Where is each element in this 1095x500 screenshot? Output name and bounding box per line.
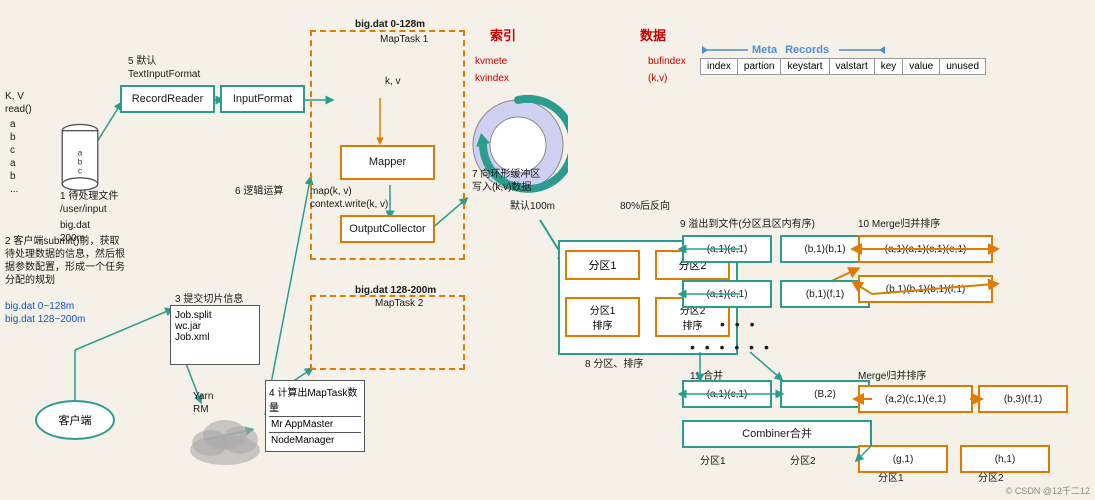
write-buffer-label: 7 向环形缓冲区 写入(k,v)数据 <box>472 168 540 194</box>
split-info-box: Job.splitwc.jarJob.xml <box>170 305 260 365</box>
mapper-box: Mapper <box>340 145 435 180</box>
kvpair-label: (k,v) <box>648 72 667 85</box>
kv-arrow-label: k, v <box>385 75 401 88</box>
part2-label: 分区2 <box>790 455 816 468</box>
h1-box: (h,1) <box>960 445 1050 473</box>
client-ellipse: 客户端 <box>35 400 115 440</box>
maptask1-sublabel: MapTask 1 <box>380 33 428 46</box>
partition1-sort-box: 分区1排序 <box>565 297 640 337</box>
yarn-label: YarnRM <box>193 390 213 416</box>
svg-text:a: a <box>78 149 83 158</box>
maptask1-label: big.dat 0-128m <box>355 18 425 31</box>
merge-part1-label: 分区1 <box>878 472 904 485</box>
record-reader-box: RecordReader <box>120 85 215 113</box>
combiner-box: Combiner合并 <box>682 420 872 448</box>
compute-box: 4 计算出MapTask数量 Mr AppMaster NodeManager <box>265 380 365 452</box>
meta-records-header: Meta Records <box>700 42 887 58</box>
b3f1-box: (b,3)(f,1) <box>978 385 1068 413</box>
default100m-label: 默认100m <box>510 200 555 213</box>
cloud-shape <box>185 415 265 468</box>
merge10-right-box: (b,1)(b,1)(b,1)(f,1) <box>858 275 993 303</box>
b1f1-box: (b,1)(f,1) <box>780 280 870 308</box>
maptask2-label: big.dat 128-200m <box>355 284 436 297</box>
merge-sort-label: Merge归并排序 <box>858 370 926 383</box>
bigdat0-label: big.dat 0~128m <box>5 300 74 313</box>
pct80-label: 80%后反向 <box>620 200 670 213</box>
kvindex-label: kvindex <box>475 72 509 85</box>
maptask2-sublabel: MapTask 2 <box>375 297 423 310</box>
merge10-left-box: (a,1)(a,1)(c,1)(e,1) <box>858 235 993 263</box>
split-label: 3 提交切片信息 <box>175 293 243 306</box>
kv-label: K, Vread() <box>5 90 32 116</box>
index-label: 索引 <box>490 28 516 45</box>
output-collector-box: OutputCollector <box>340 215 435 243</box>
step9-label: 9 溢出到文件(分区且区内有序) <box>680 218 815 231</box>
step10-label: 10 Merge归并排序 <box>858 218 940 231</box>
step8-label: 8 分区、排序 <box>585 358 643 371</box>
meta-records-table: index partion keystart valstart key valu… <box>700 58 986 75</box>
bufindex-label: bufindex <box>648 55 686 68</box>
file-cylinder: a b c <box>55 120 105 200</box>
kvmete-label: kvmete <box>475 55 507 68</box>
dots2: • • • • • • <box>690 338 772 356</box>
a1c1b-box: (a,1)(c,1) <box>682 380 772 408</box>
bigdat128-label: big.dat 128~200m <box>5 313 85 326</box>
copyright: © CSDN @12千二12 <box>1006 486 1090 498</box>
g1-box: (g,1) <box>858 445 948 473</box>
a1c1-box: (a,1)(c,1) <box>682 235 772 263</box>
logic-op-label: 6 逻辑运算 <box>235 185 283 198</box>
a1e1-box: (a,1)(e,1) <box>682 280 772 308</box>
b2-box: (B,2) <box>780 380 870 408</box>
merge-part2-label: 分区2 <box>978 472 1004 485</box>
diagram-container: a b c a b c a b ... K, Vread() 1 待处理文件/u… <box>0 0 1095 500</box>
partition1-box: 分区1 <box>565 250 640 280</box>
svg-text:c: c <box>78 166 82 175</box>
default-tif-label: 5 默认 TextInputFormat <box>128 55 200 81</box>
data-label: 数据 <box>640 28 666 45</box>
a2c1e1-box: (a,2)(c,1)(e,1) <box>858 385 973 413</box>
b1b1-box: (b,1)(b,1) <box>780 235 870 263</box>
file-label: a b c a b ... <box>10 118 18 196</box>
step11-label: 11 合并 <box>690 370 723 383</box>
dots1: • • • <box>720 315 757 333</box>
svg-text:b: b <box>78 157 83 166</box>
mapkv-label: map(k, v) context.write(k, v) <box>310 185 388 211</box>
submit-label: 2 客户端submit()前，获取 待处理数据的信息，然后根 据参数配置，形成一… <box>5 235 125 287</box>
input-format-box: InputFormat <box>220 85 305 113</box>
part1-label: 分区1 <box>700 455 726 468</box>
